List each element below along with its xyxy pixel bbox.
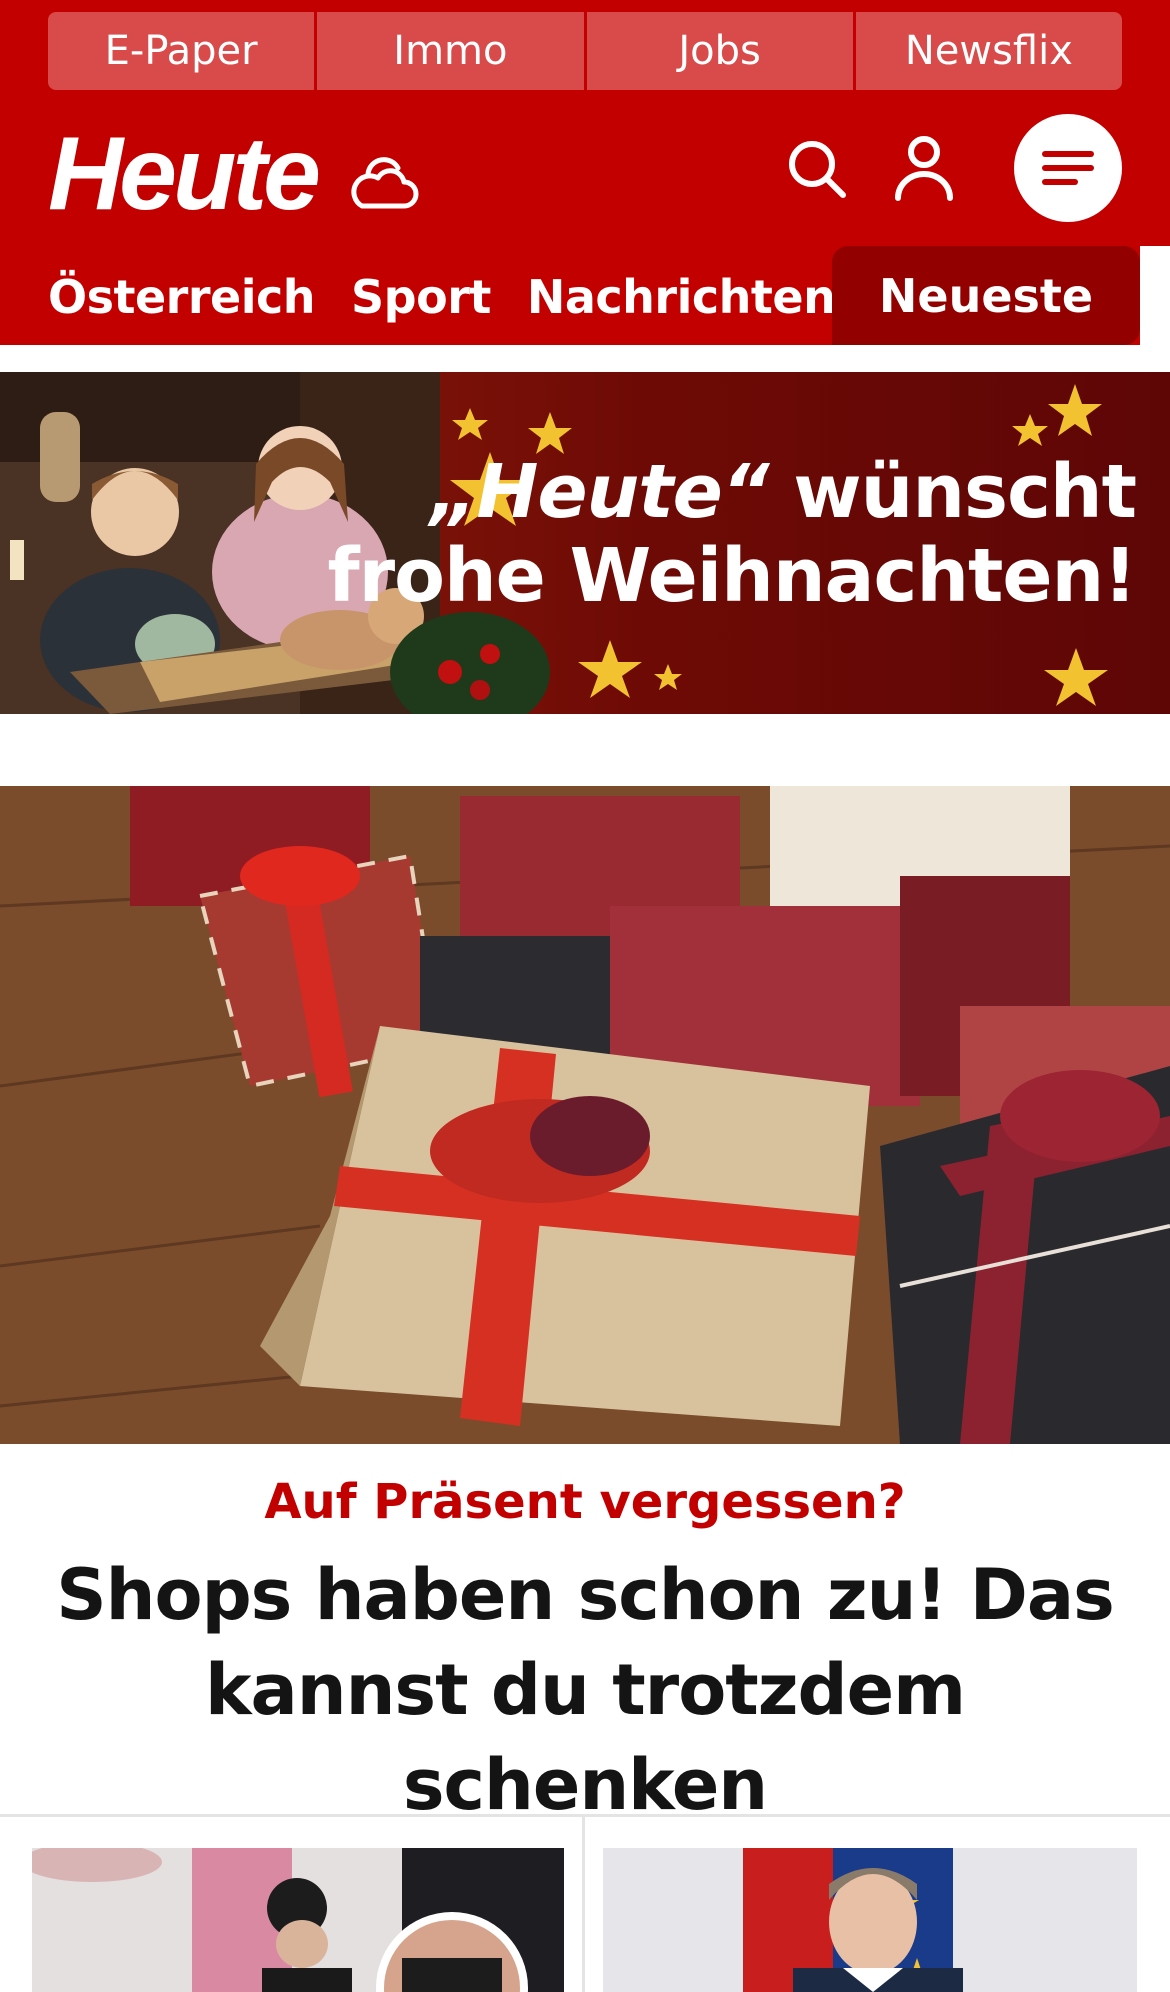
hamburger-menu-icon [1042, 151, 1094, 157]
menu-button[interactable] [1014, 114, 1122, 222]
top-links-bar: E-Paper Immo Jobs Newsflix [48, 12, 1122, 90]
site-header: E-Paper Immo Jobs Newsflix Heute Österre… [0, 0, 1170, 345]
column-divider [582, 1817, 585, 1992]
nav-item-sport[interactable]: Sport [351, 270, 491, 324]
article-headline[interactable]: Shops haben schon zu! Das kannst du trot… [40, 1548, 1130, 1834]
nav-item-oesterreich[interactable]: Österreich [48, 270, 316, 324]
main-nav: Österreich Sport Nachrichten [48, 262, 871, 332]
article-thumbnail-2[interactable] [603, 1848, 1137, 1992]
search-icon[interactable] [786, 138, 848, 200]
thumbnail-photo-1 [32, 1848, 564, 1992]
thumbnail-photo-2 [603, 1848, 1137, 1992]
article-thumbnail-1[interactable] [32, 1848, 564, 1992]
top-link-immo[interactable]: Immo [314, 12, 584, 90]
heute-logo[interactable]: Heute [48, 122, 321, 226]
banner-greeting: „Heute“ wünscht frohe Weihnachten! [327, 449, 1137, 620]
tab-neueste[interactable]: Neueste [832, 246, 1140, 345]
top-link-newsflix[interactable]: Newsflix [852, 12, 1122, 90]
top-link-jobs[interactable]: Jobs [583, 12, 853, 90]
banner-line1: wünscht [768, 449, 1137, 535]
user-icon[interactable] [892, 134, 956, 202]
gifts-photo [0, 786, 1170, 1444]
article-kicker[interactable]: Auf Präsent vergessen? [0, 1474, 1170, 1530]
hero-article-image[interactable] [0, 786, 1170, 1444]
banner-line2: frohe Weihnachten! [327, 533, 1137, 620]
top-link-epaper[interactable]: E-Paper [48, 12, 315, 90]
cloud-sun-icon[interactable] [346, 148, 422, 218]
christmas-banner[interactable]: „Heute“ wünscht frohe Weihnachten! [0, 372, 1170, 714]
section-divider [0, 1814, 1170, 1817]
banner-heute-quote: „Heute“ [429, 449, 770, 535]
nav-item-nachrichten[interactable]: Nachrichten [527, 270, 836, 324]
